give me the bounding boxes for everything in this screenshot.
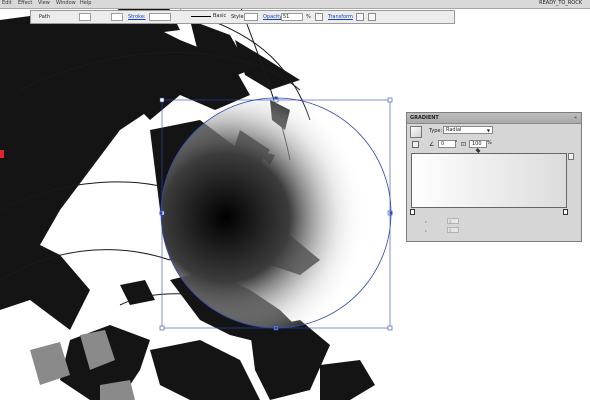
- menu-item-view[interactable]: View: [38, 0, 50, 7]
- red-accent: [0, 150, 4, 158]
- angle-field[interactable]: 0: [438, 140, 456, 148]
- gradient-panel-titlebar[interactable]: GRADIENT «: [407, 113, 581, 124]
- type-label: Type:: [429, 128, 443, 134]
- fill-swatch[interactable]: [79, 13, 91, 21]
- stop-location-field[interactable]: 0: [447, 227, 459, 233]
- gradient-panel-tab[interactable]: GRADIENT: [410, 114, 439, 122]
- brush-preview[interactable]: Basic: [189, 13, 227, 21]
- gradient-ellipse[interactable]: [160, 97, 392, 329]
- opacity-unit: %: [306, 14, 311, 20]
- gradient-panel: GRADIENT « ≡ Type: Radial ▼ ∠ 0 ° ⊡ 100 …: [406, 112, 582, 242]
- stop-opacity-field[interactable]: 0: [447, 218, 459, 224]
- opacity-field[interactable]: 51: [281, 13, 303, 21]
- brush-label: Basic: [213, 13, 227, 19]
- gradient-stop-start[interactable]: [410, 209, 415, 215]
- gradient-ramp[interactable]: [411, 153, 567, 208]
- control-bar: Path Stroke: Basic Style: Opacity: 51 % …: [30, 10, 455, 24]
- angle-icon: ∠: [429, 141, 435, 148]
- menu-item-effect[interactable]: Effect: [18, 0, 32, 7]
- panel-options-icon[interactable]: [368, 13, 376, 21]
- gradient-swatch[interactable]: [410, 126, 422, 138]
- aspect-ratio-unit: %: [487, 140, 492, 146]
- gradient-type-value: Radial: [446, 127, 462, 133]
- isolate-icon[interactable]: [356, 13, 364, 21]
- angle-unit: °: [455, 140, 458, 146]
- menu-item-edit[interactable]: Edit: [2, 0, 12, 7]
- chevron-down-icon: ▼: [486, 128, 490, 133]
- gradient-stop-end[interactable]: [563, 209, 568, 215]
- menu-bar: Edit Effect View Window Help READY_TO_RO…: [0, 0, 590, 9]
- collapse-icon[interactable]: «: [574, 114, 577, 122]
- selection-type-label: Path: [39, 14, 50, 20]
- opacity-field-label: ▸: [425, 219, 428, 224]
- gradient-type-select[interactable]: Radial ▼: [443, 126, 493, 134]
- location-field-label: ▸: [425, 228, 428, 233]
- style-swatch[interactable]: [244, 13, 258, 21]
- reverse-gradient-icon[interactable]: [412, 141, 419, 148]
- stroke-label[interactable]: Stroke:: [128, 14, 146, 20]
- aspect-ratio-icon: ⊡: [461, 141, 467, 148]
- menu-item-help[interactable]: Help: [80, 0, 91, 7]
- stroke-weight-field[interactable]: [149, 13, 171, 21]
- menu-item-window[interactable]: Window: [56, 0, 76, 7]
- trash-icon[interactable]: [568, 153, 574, 160]
- aspect-ratio-field[interactable]: 100: [469, 140, 487, 148]
- transform-label[interactable]: Transform: [328, 14, 353, 20]
- stroke-swatch[interactable]: [111, 13, 123, 21]
- document-name: READY_TO_ROCK: [539, 0, 582, 6]
- align-icon[interactable]: [315, 13, 323, 21]
